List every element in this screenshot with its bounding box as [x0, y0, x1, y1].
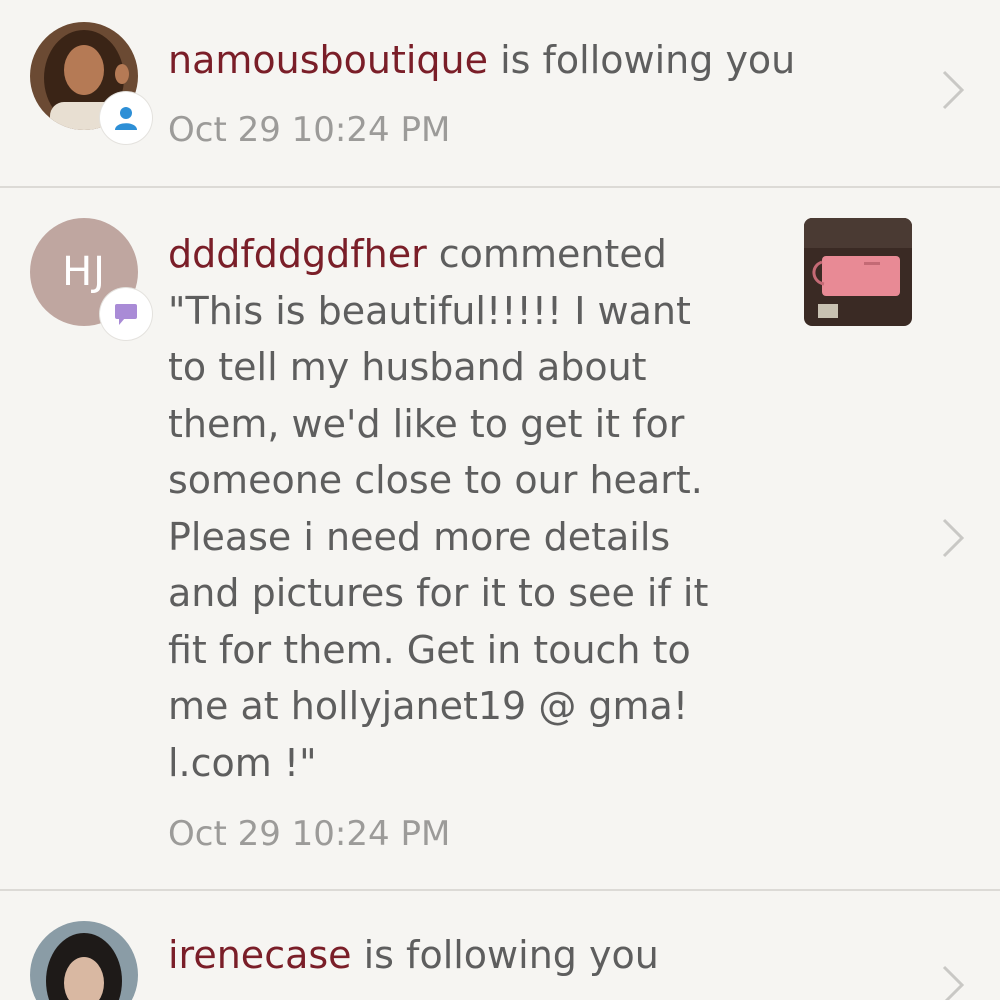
portrait-photo: [30, 921, 138, 1000]
action-text: commented: [426, 232, 667, 276]
avatar[interactable]: [30, 22, 152, 144]
timestamp: Oct 29 10:24 PM: [168, 814, 451, 854]
chevron-right-icon[interactable]: [938, 68, 968, 112]
notification-item[interactable]: irenecase is following you: [0, 891, 1000, 1000]
username-link[interactable]: dddfddgdfher: [168, 232, 427, 276]
comment-text: "This is beautiful!!!!! I want to tell m…: [168, 288, 709, 785]
notification-feed: namousboutique is following you Oct 29 1…: [0, 0, 1000, 1000]
post-thumbnail[interactable]: [804, 218, 912, 326]
person-icon: [115, 107, 137, 130]
chevron-right-icon[interactable]: [938, 963, 968, 1000]
pink-wallet-thumbnail: [804, 218, 912, 326]
speech-bubble-icon: [115, 304, 137, 325]
avatar[interactable]: [30, 921, 138, 1000]
timestamp: Oct 29 10:24 PM: [168, 110, 451, 150]
notification-text: dddfddgdfher commented "This is beautifu…: [168, 226, 708, 791]
username-link[interactable]: namousboutique: [168, 38, 488, 82]
notification-text: namousboutique is following you: [168, 32, 795, 89]
avatar[interactable]: HJ: [30, 218, 152, 340]
notification-text: irenecase is following you: [168, 927, 659, 984]
comment-badge: [100, 288, 152, 340]
notification-item[interactable]: namousboutique is following you Oct 29 1…: [0, 0, 1000, 187]
chevron-right-icon[interactable]: [938, 516, 968, 560]
action-text: is following you: [351, 933, 659, 977]
notification-item[interactable]: HJ dddfddgdfher commented "This is beaut…: [0, 188, 1000, 890]
user-photo-avatar: [30, 921, 138, 1000]
username-link[interactable]: irenecase: [168, 933, 352, 977]
action-text: is following you: [488, 38, 796, 82]
follow-badge: [100, 92, 152, 144]
